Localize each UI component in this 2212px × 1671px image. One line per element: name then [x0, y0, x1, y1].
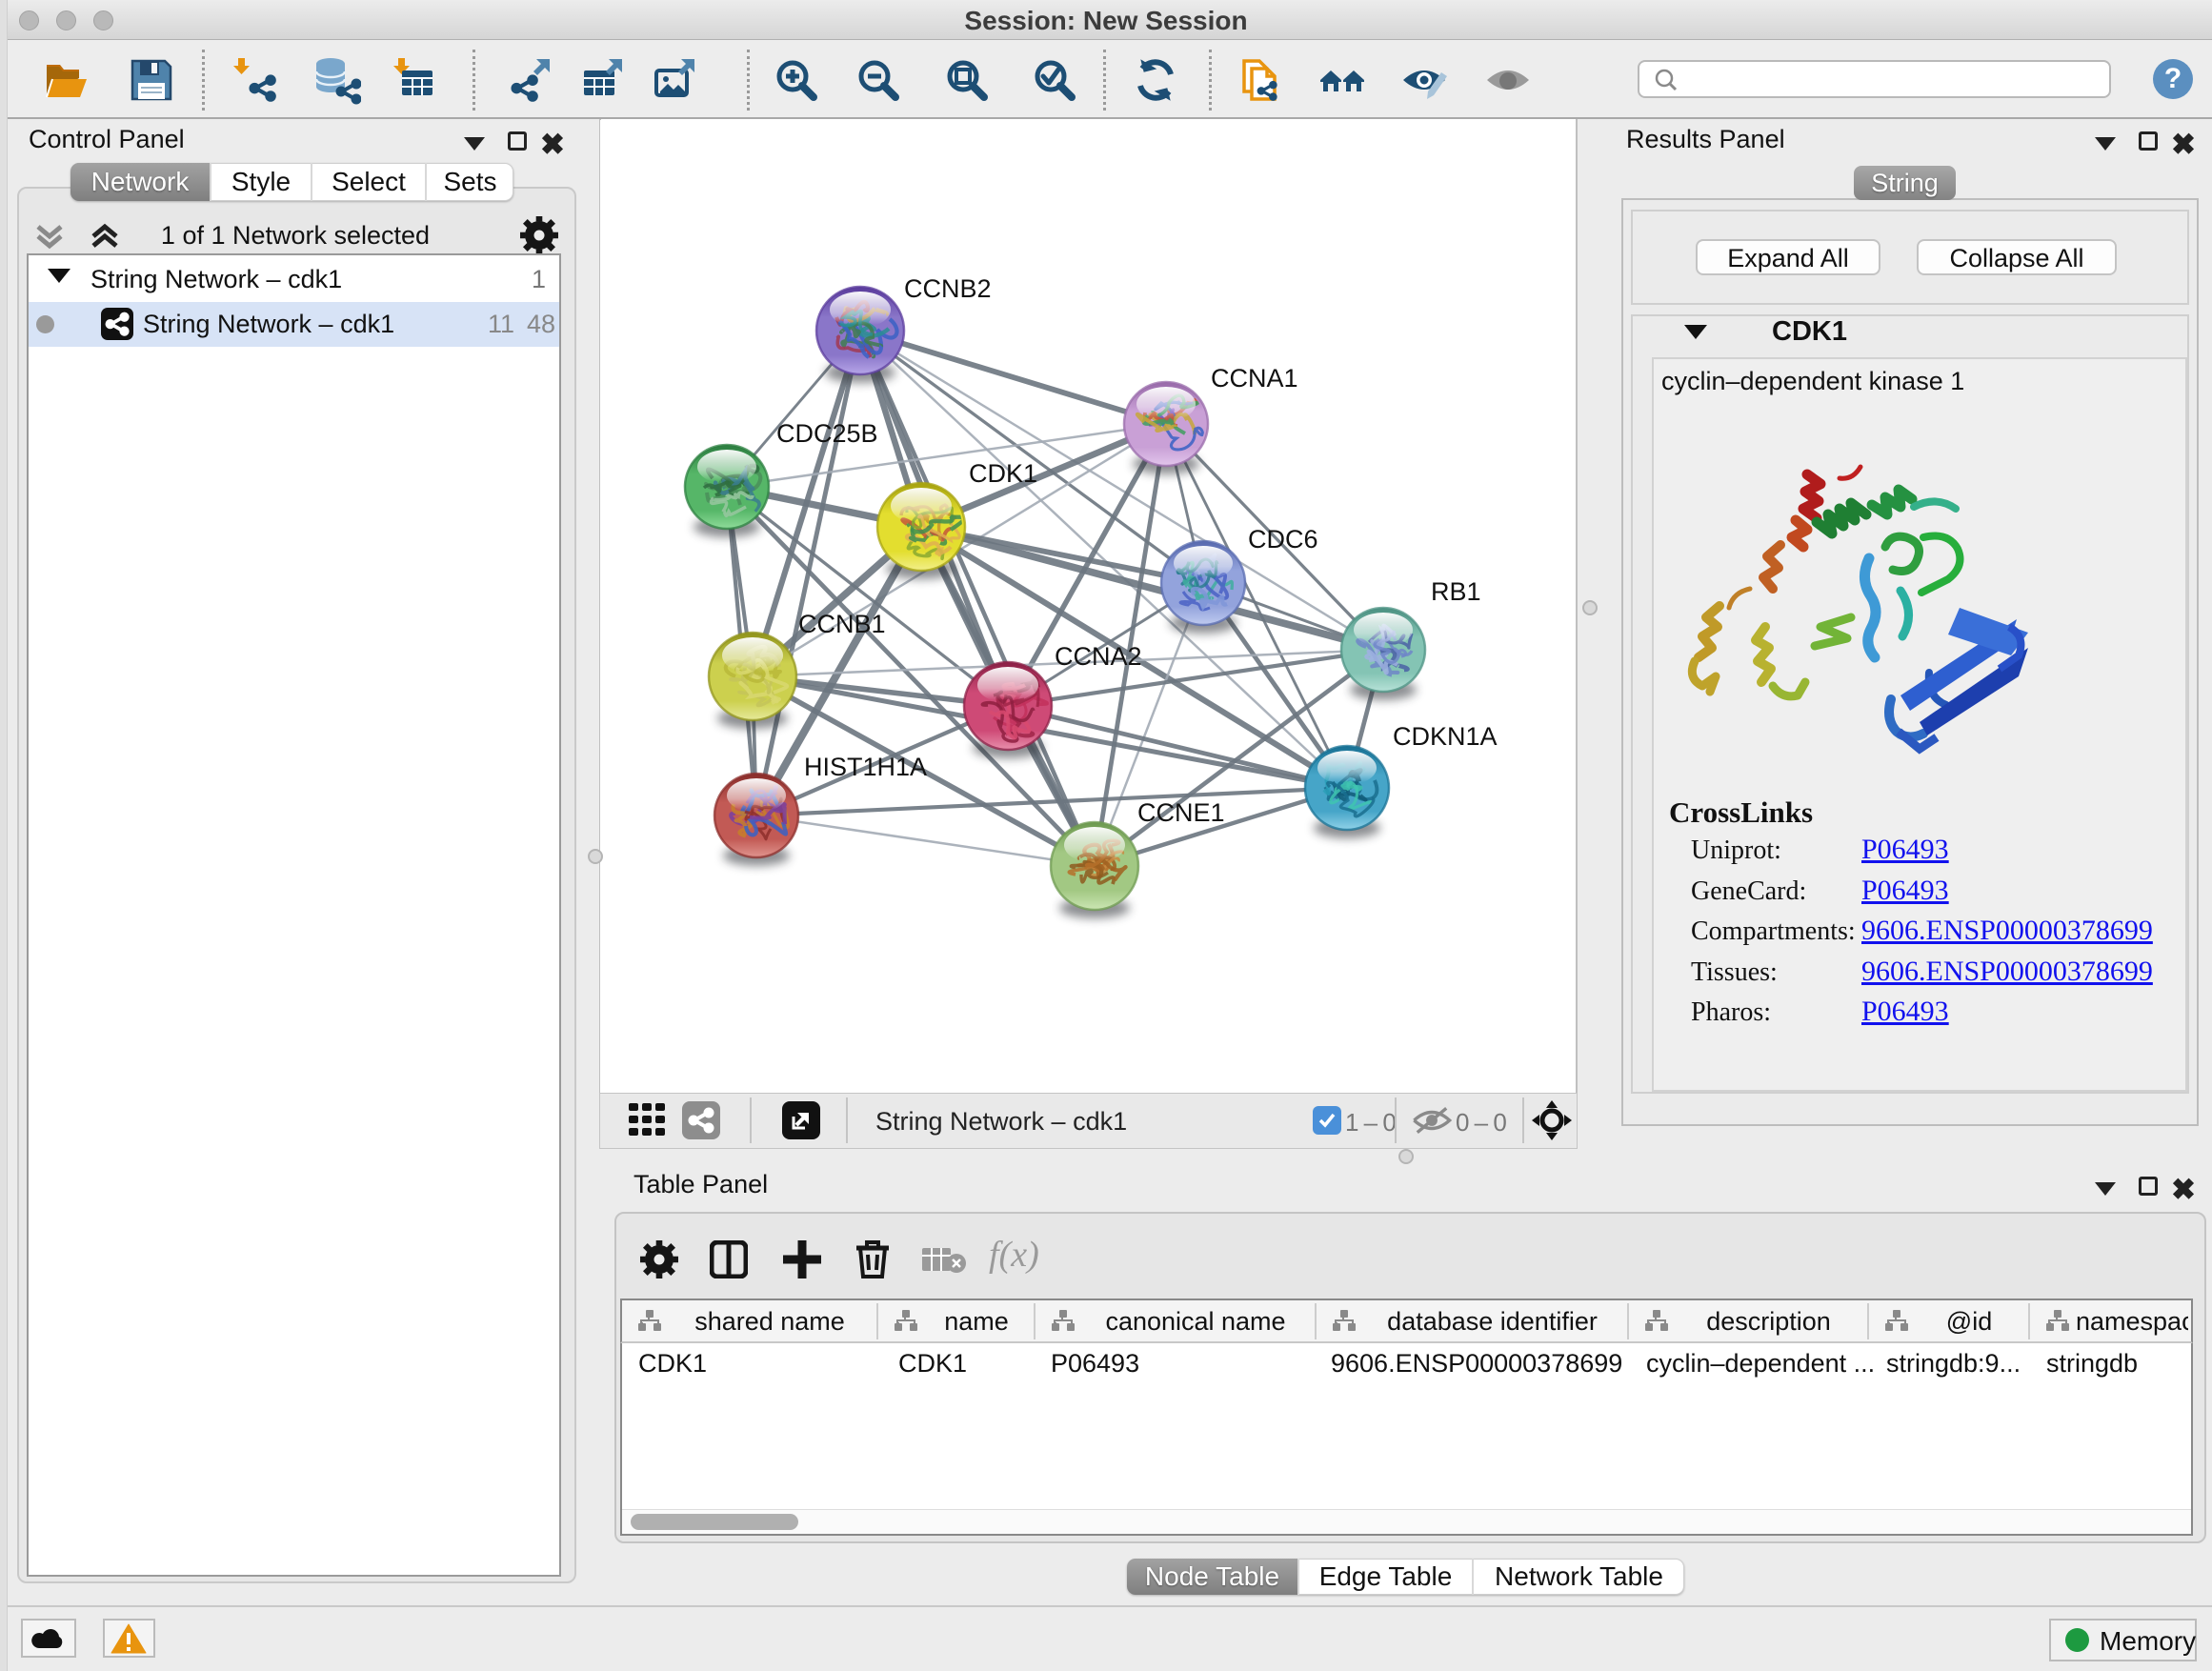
- svg-text:CCNB1: CCNB1: [798, 610, 886, 638]
- svg-text:CCNE1: CCNE1: [1137, 798, 1225, 827]
- svg-text:CCNA1: CCNA1: [1211, 364, 1298, 393]
- svg-text:RB1: RB1: [1431, 577, 1481, 606]
- svg-text:CCNA2: CCNA2: [1055, 642, 1142, 671]
- svg-text:CDKN1A: CDKN1A: [1393, 722, 1498, 751]
- svg-text:CDK1: CDK1: [969, 459, 1037, 488]
- svg-text:CDC6: CDC6: [1248, 525, 1318, 554]
- svg-text:HIST1H1A: HIST1H1A: [804, 753, 927, 781]
- svg-text:CCNB2: CCNB2: [904, 274, 992, 303]
- svg-text:CDC25B: CDC25B: [776, 419, 878, 448]
